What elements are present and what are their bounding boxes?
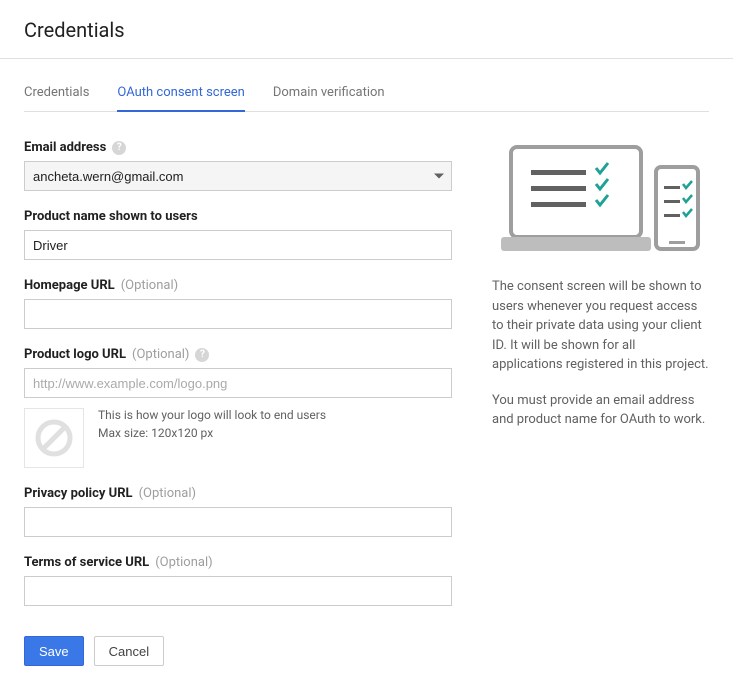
email-select[interactable]: ancheta.wern@gmail.com [24,161,452,191]
page-title: Credentials [24,18,709,42]
logo-placeholder-icon [24,408,84,468]
product-name-label: Product name shown to users [24,209,198,224]
optional-label: (Optional) [155,555,212,570]
product-name-input[interactable] [24,230,452,260]
optional-label: (Optional) [139,486,196,501]
side-paragraph-2: You must provide an email address and pr… [492,391,709,430]
logo-size-text: Max size: 120x120 px [98,426,326,440]
save-button[interactable]: Save [24,636,84,666]
logo-preview: This is how your logo will look to end u… [24,408,452,468]
field-email: Email address ? ancheta.wern@gmail.com [24,140,452,191]
field-tos-url: Terms of service URL (Optional) [24,555,452,606]
field-logo-url: Product logo URL (Optional) ? This is ho… [24,347,452,468]
tab-credentials[interactable]: Credentials [24,73,89,112]
tabs: Credentials OAuth consent screen Domain … [24,73,709,112]
consent-illustration [492,142,709,257]
tos-url-label: Terms of service URL [24,555,149,570]
button-row: Save Cancel [24,636,452,666]
field-product-name: Product name shown to users [24,209,452,260]
privacy-url-input[interactable] [24,507,452,537]
page-header: Credentials [0,0,733,59]
logo-preview-text: This is how your logo will look to end u… [98,408,326,422]
tos-url-input[interactable] [24,576,452,606]
field-privacy-url: Privacy policy URL (Optional) [24,486,452,537]
logo-url-input[interactable] [24,368,452,398]
tab-oauth-consent[interactable]: OAuth consent screen [117,73,244,112]
homepage-url-label: Homepage URL [24,278,115,293]
field-homepage-url: Homepage URL (Optional) [24,278,452,329]
help-icon[interactable]: ? [112,141,126,155]
cancel-button[interactable]: Cancel [94,636,164,666]
tab-domain-verification[interactable]: Domain verification [273,73,385,112]
logo-url-label: Product logo URL [24,347,126,362]
homepage-url-input[interactable] [24,299,452,329]
side-column: The consent screen will be shown to user… [492,140,709,666]
optional-label: (Optional) [132,347,189,362]
help-icon[interactable]: ? [195,348,209,362]
side-paragraph-1: The consent screen will be shown to user… [492,277,709,375]
optional-label: (Optional) [121,278,178,293]
privacy-url-label: Privacy policy URL [24,486,133,501]
form-column: Email address ? ancheta.wern@gmail.com P… [24,140,452,666]
email-label: Email address [24,140,106,155]
